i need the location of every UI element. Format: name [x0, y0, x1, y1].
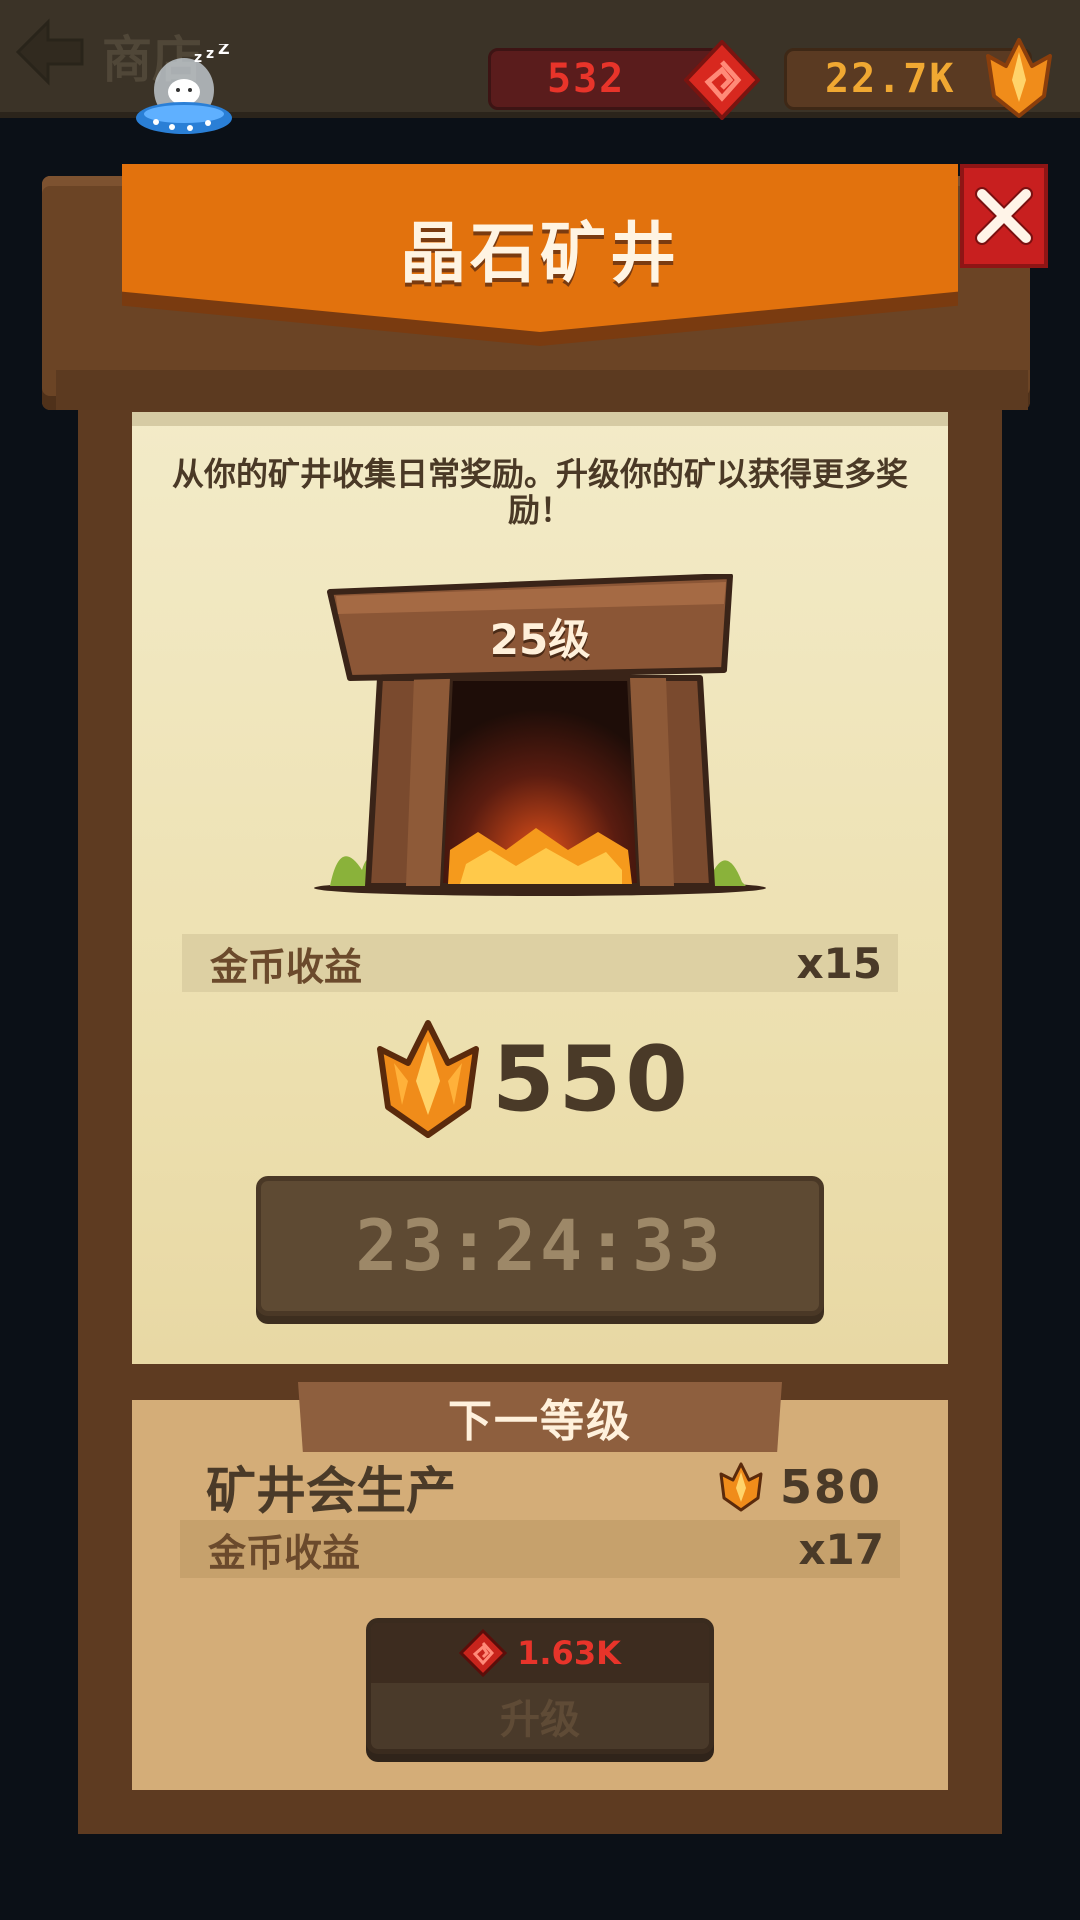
upgrade-cost: 1.63K: [371, 1623, 709, 1683]
svg-text:Z: Z: [218, 44, 230, 58]
coin-income-row: 金币收益 x15: [182, 934, 898, 992]
close-icon: [975, 187, 1033, 245]
sleeping-ufo-icon[interactable]: z z Z: [132, 44, 238, 140]
card-top-strip: [132, 412, 948, 426]
mine-description: 从你的矿井收集日常奖励。升级你的矿以获得更多奖励！: [171, 455, 908, 529]
next-produce-amount: 580: [779, 1460, 882, 1514]
next-level-title: 下一等级: [448, 1396, 632, 1447]
next-coin-income-label: 金币收益: [208, 1530, 361, 1575]
back-arrow-icon[interactable]: [14, 18, 86, 86]
daily-reward-amount: 550: [492, 1026, 692, 1132]
orange-crystal-icon: [719, 1462, 763, 1512]
coin-income-label: 金币收益: [210, 944, 363, 989]
orange-crystal-icon: [986, 38, 1052, 118]
upgrade-cost-amount: 1.63K: [517, 1634, 621, 1672]
coin-income-multiplier: x15: [796, 938, 882, 988]
wood-plank: [56, 370, 1028, 410]
next-level-tab: 下一等级: [298, 1382, 782, 1452]
orange-crystal-icon: [377, 1020, 479, 1138]
svg-text:z: z: [206, 46, 214, 62]
next-coin-income-multiplier: x17: [798, 1524, 884, 1574]
close-button[interactable]: [960, 164, 1048, 268]
next-coin-income-row: 金币收益 x17: [180, 1520, 900, 1578]
next-produce-label: 矿井会生产: [206, 1462, 456, 1520]
gems-amount: 532: [547, 56, 626, 102]
next-produce-row: 矿井会生产 580: [182, 1454, 898, 1520]
red-gem-icon: [459, 1629, 508, 1677]
collect-countdown: 23:24:33: [355, 1205, 725, 1287]
upgrade-button[interactable]: 1.63K 升级: [366, 1618, 714, 1754]
svg-text:z: z: [194, 50, 202, 66]
collect-timer-button[interactable]: 23:24:33: [256, 1176, 824, 1316]
red-gem-icon: [684, 40, 760, 120]
crystals-amount: 22.7K: [825, 56, 956, 102]
next-produce-value: 580: [718, 1460, 882, 1514]
upgrade-label: 升级: [500, 1697, 580, 1743]
daily-reward: 550: [372, 1014, 692, 1144]
mine-level-label: 25级: [489, 615, 591, 664]
dialog-title: 晶石矿井: [400, 215, 680, 292]
